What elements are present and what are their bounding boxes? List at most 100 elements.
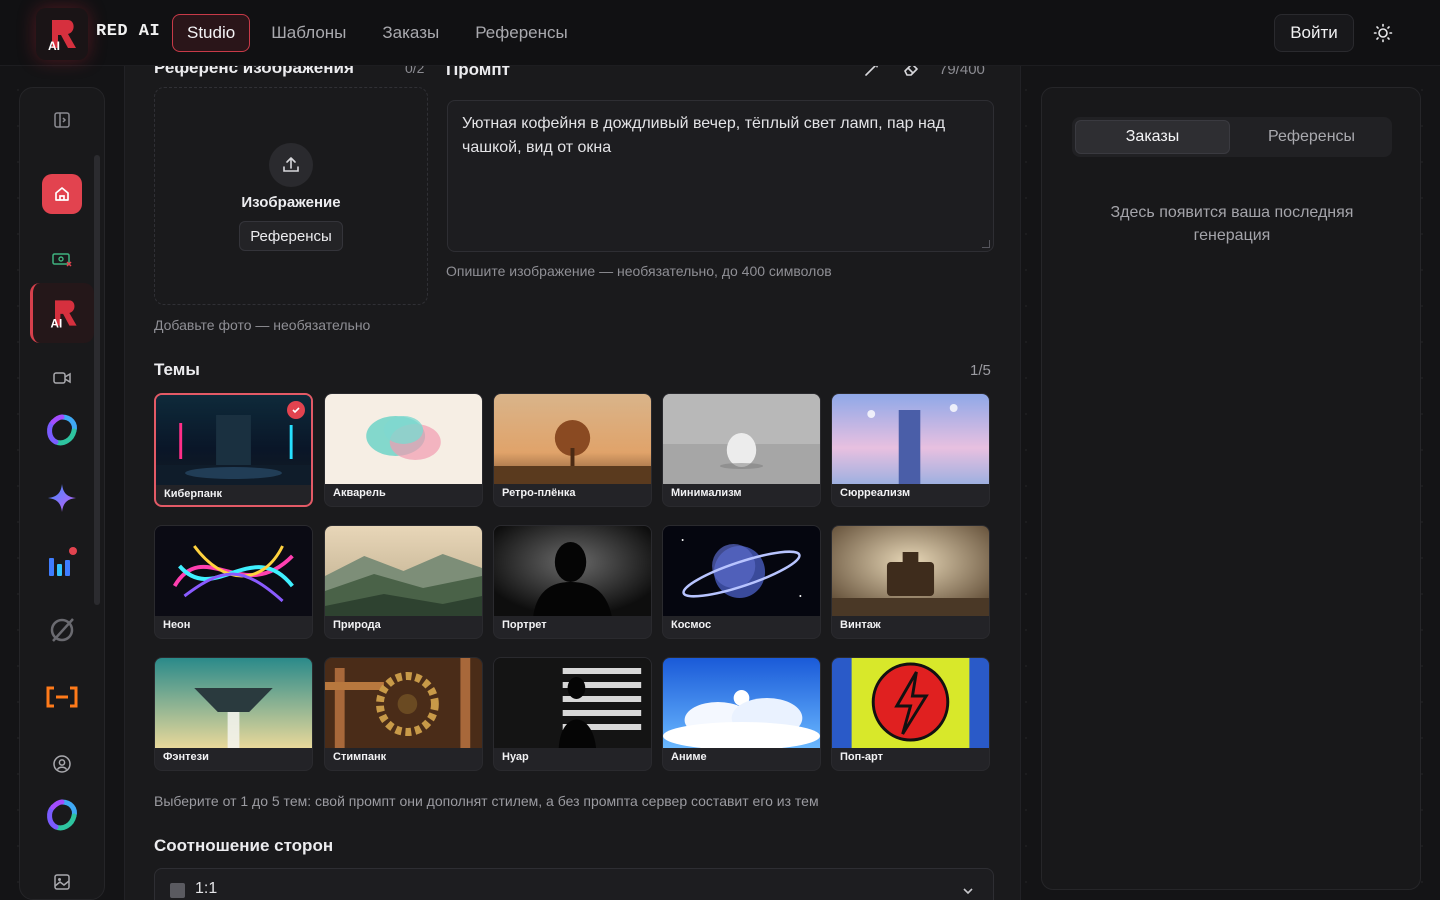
theme-label: Киберпанк — [164, 488, 223, 500]
theme-tile-vintage[interactable]: Винтаж — [831, 525, 990, 639]
retro-film-thumbnail — [494, 394, 651, 484]
svg-text:AI: AI — [50, 317, 62, 330]
tab-orders[interactable]: Заказы — [1075, 120, 1230, 154]
portrait-thumbnail — [494, 526, 651, 616]
studio-panel: Референс изображения 0/2 Изображение Реф… — [124, 66, 1021, 900]
theme-label: Сюрреализм — [840, 487, 911, 499]
space-thumbnail — [663, 526, 820, 616]
prompt-value: Уютная кофейня в дождливый вечер, тёплый… — [462, 115, 946, 156]
user-circle-icon — [53, 755, 71, 773]
rail-home[interactable] — [42, 174, 82, 214]
panel-toggle-icon — [54, 112, 70, 128]
rail-analytics[interactable] — [42, 543, 82, 583]
rail-panel-toggle[interactable] — [42, 100, 82, 140]
theme-tile-pop-art[interactable]: Поп-арт — [831, 657, 990, 771]
theme-label: Портрет — [502, 619, 547, 631]
empty-state-text: Здесь появится ваша последняя генерация — [1110, 204, 1354, 244]
chart-bars-icon — [49, 547, 77, 576]
theme-tile-cyberpunk[interactable]: Киберпанк — [154, 393, 313, 507]
magic-wand-icon[interactable] — [863, 66, 883, 78]
swirl-app-icon — [47, 414, 77, 446]
theme-tile-watercolor[interactable]: Акварель — [324, 393, 483, 507]
theme-tile-nature[interactable]: Природа — [324, 525, 483, 639]
rail-red-ai[interactable]: AI — [30, 283, 94, 343]
theme-tile-noir[interactable]: Нуар — [493, 657, 652, 771]
reference-count: 0/2 — [405, 66, 425, 76]
vintage-thumbnail — [832, 526, 989, 616]
upload-icon — [283, 157, 299, 172]
theme-label: Акварель — [333, 487, 386, 499]
theme-tile-fantasy[interactable]: Фэнтези — [154, 657, 313, 771]
theme-toggle-button[interactable] — [1370, 20, 1396, 46]
rail-video[interactable] — [42, 358, 82, 398]
rail-gallery[interactable] — [42, 862, 82, 900]
svg-text:AI: AI — [48, 39, 60, 53]
theme-label: Фэнтези — [163, 751, 209, 763]
nav-orders[interactable]: Заказы — [367, 14, 454, 52]
surrealism-thumbnail — [832, 394, 989, 484]
anime-thumbnail — [663, 658, 820, 748]
theme-tile-neon[interactable]: Неон — [154, 525, 313, 639]
rail-brackets[interactable] — [42, 677, 82, 717]
rail-scrollbar[interactable] — [94, 155, 100, 605]
theme-label: Минимализм — [671, 487, 742, 499]
aspect-ratio-select[interactable]: 1:1 — [154, 868, 994, 900]
pop-art-thumbnail — [832, 658, 989, 748]
theme-label: Аниме — [671, 751, 707, 763]
rail-sparkle[interactable] — [42, 478, 82, 518]
rail-swirl-app-2[interactable] — [42, 796, 82, 836]
nav-templates[interactable]: Шаблоны — [256, 14, 361, 52]
theme-tile-anime[interactable]: Аниме — [662, 657, 821, 771]
theme-tile-space[interactable]: Космос — [662, 525, 821, 639]
selected-check-icon — [287, 401, 305, 419]
theme-label: Поп-арт — [840, 751, 884, 763]
upload-button[interactable] — [269, 143, 313, 187]
sparkle-icon — [48, 484, 76, 512]
theme-label: Стимпанк — [333, 751, 387, 763]
square-ratio-icon — [170, 883, 185, 898]
tab-references[interactable]: Референсы — [1234, 120, 1389, 154]
rail-money[interactable] — [42, 240, 82, 280]
brackets-icon — [46, 686, 78, 708]
theme-tile-retro-film[interactable]: Ретро-плёнка — [493, 393, 652, 507]
rail-profile[interactable] — [42, 744, 82, 784]
top-bar: AI RED AI Studio Шаблоны Заказы Референс… — [0, 0, 1440, 66]
theme-tile-minimalism[interactable]: Минимализм — [662, 393, 821, 507]
login-button[interactable]: Войти — [1274, 14, 1354, 52]
prompt-count: 79/400 — [939, 66, 985, 78]
main-nav: Studio Шаблоны Заказы Референсы — [172, 14, 583, 52]
reference-title: Референс изображения — [154, 66, 354, 77]
money-icon — [52, 253, 72, 267]
theme-tile-portrait[interactable]: Портрет — [493, 525, 652, 639]
nav-references[interactable]: Референсы — [460, 14, 583, 52]
themes-title: Темы — [154, 360, 200, 379]
red-ai-logo-icon: AI — [50, 300, 77, 330]
references-button[interactable]: Референсы — [239, 221, 343, 251]
results-tabs: Заказы Референсы — [1072, 117, 1392, 157]
steampunk-thumbnail — [325, 658, 482, 748]
nav-studio[interactable]: Studio — [172, 14, 251, 52]
chevron-down-icon — [963, 888, 973, 895]
aspect-ratio-title: Соотношение сторон — [154, 836, 334, 855]
reference-dropzone[interactable]: Изображение Референсы — [154, 87, 428, 305]
noir-thumbnail — [494, 658, 651, 748]
resize-handle[interactable] — [982, 240, 990, 248]
reference-hint: Добавьте фото — необязательно — [154, 317, 371, 333]
eraser-icon[interactable] — [901, 66, 921, 78]
app-logo[interactable]: AI — [36, 8, 88, 60]
neon-thumbnail — [155, 526, 312, 616]
theme-tile-steampunk[interactable]: Стимпанк — [324, 657, 483, 771]
results-panel: Заказы Референсы Здесь появится ваша пос… — [1041, 87, 1421, 890]
home-icon — [55, 187, 69, 201]
prompt-textarea[interactable]: Уютная кофейня в дождливый вечер, тёплый… — [447, 100, 994, 252]
upload-label: Изображение — [241, 194, 341, 211]
brand-name: RED AI — [96, 22, 161, 41]
rail-swirl-app[interactable] — [42, 411, 82, 451]
rail-blocked[interactable] — [42, 610, 82, 650]
theme-label: Нуар — [502, 751, 529, 763]
theme-label: Космос — [671, 619, 712, 631]
minimalism-thumbnail — [663, 394, 820, 484]
red-ai-logo-icon: AI — [48, 20, 76, 53]
prompt-hint: Опишите изображение — необязательно, до … — [446, 263, 832, 279]
theme-tile-surrealism[interactable]: Сюрреализм — [831, 393, 990, 507]
